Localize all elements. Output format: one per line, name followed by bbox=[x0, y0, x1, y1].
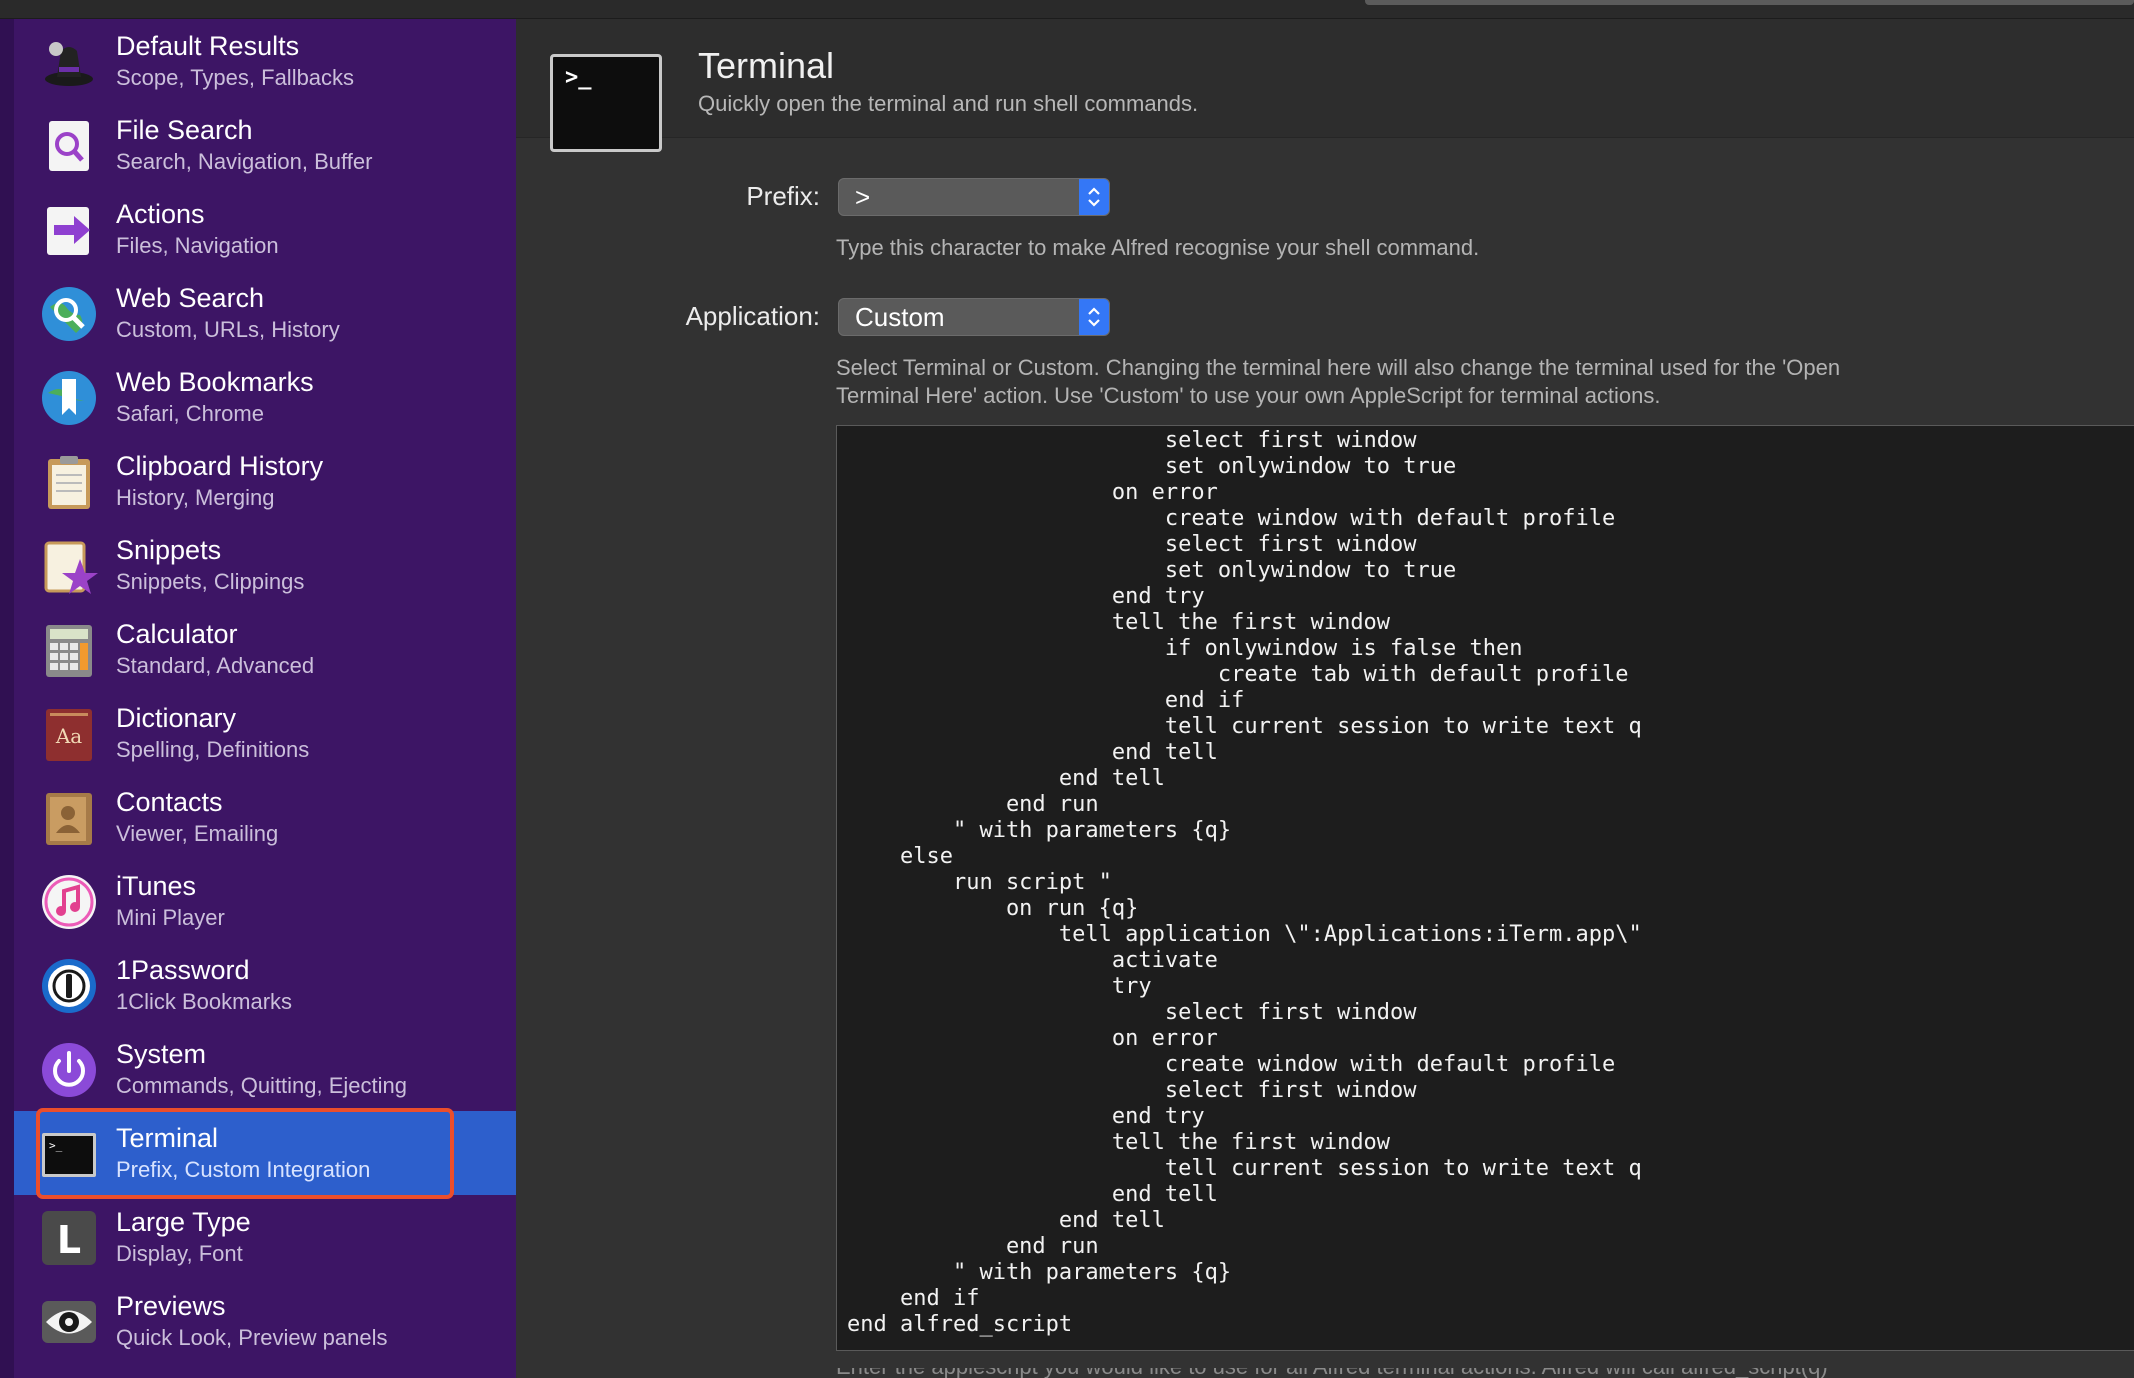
sidebar-item-title: Clipboard History bbox=[116, 451, 324, 481]
sidebar-item-subtitle: Quick Look, Preview panels bbox=[116, 1325, 388, 1350]
snippets-icon bbox=[40, 537, 98, 595]
top-scroll-indicator bbox=[1365, 0, 2134, 5]
prefix-hint: Type this character to make Alfred recog… bbox=[836, 235, 1480, 260]
system-power-icon bbox=[40, 1041, 98, 1099]
sidebar-item-title: System bbox=[116, 1039, 207, 1069]
sidebar-item-system[interactable]: System Commands, Quitting, Ejecting bbox=[14, 1027, 516, 1111]
selection-highlight-outline bbox=[36, 1108, 454, 1199]
sidebar-item-title: Calculator bbox=[116, 619, 238, 649]
terminal-large-icon: >_ bbox=[550, 54, 662, 152]
window-top-bar bbox=[0, 0, 2134, 19]
1password-icon bbox=[40, 957, 98, 1015]
sidebar-item-web-bookmarks[interactable]: Web Bookmarks Safari, Chrome bbox=[14, 355, 516, 439]
application-hint-line-2: Terminal Here' action. Use 'Custom' to u… bbox=[836, 383, 1661, 408]
sidebar-item-subtitle: Spelling, Definitions bbox=[116, 737, 310, 762]
application-label: Application: bbox=[685, 301, 820, 331]
footer-hint-cutoff: Enter the applescript you would like to … bbox=[836, 1368, 2036, 1378]
sidebar-item-subtitle: Search, Navigation, Buffer bbox=[116, 149, 373, 174]
sidebar-item-title: Large Type bbox=[116, 1207, 251, 1237]
sidebar-item-large-type[interactable]: L Large Type Display, Font bbox=[14, 1195, 516, 1279]
clipboard-icon bbox=[40, 453, 98, 511]
sidebar-item-previews[interactable]: Previews Quick Look, Preview panels bbox=[14, 1279, 516, 1363]
footer-hint-text: Enter the applescript you would like to … bbox=[836, 1368, 2036, 1378]
sidebar-item-title: Default Results bbox=[116, 31, 300, 61]
prefix-value: > bbox=[855, 182, 871, 212]
sidebar-item-title: Snippets bbox=[116, 535, 222, 565]
prefix-label: Prefix: bbox=[746, 181, 820, 211]
default-results-icon bbox=[40, 33, 98, 91]
sidebar-item-subtitle: Snippets, Clippings bbox=[116, 569, 305, 594]
previews-eye-icon bbox=[40, 1293, 98, 1351]
sidebar-item-title: Contacts bbox=[116, 787, 223, 817]
page-subtitle: Quickly open the terminal and run shell … bbox=[698, 91, 1199, 116]
sidebar-item-subtitle: Files, Navigation bbox=[116, 233, 279, 258]
sidebar-item-subtitle: Viewer, Emailing bbox=[116, 821, 279, 846]
sidebar-item-title: Previews bbox=[116, 1291, 226, 1321]
sidebar-item-subtitle: Safari, Chrome bbox=[116, 401, 264, 426]
sidebar-item-calculator[interactable]: Calculator Standard, Advanced bbox=[14, 607, 516, 691]
sidebar-item-contacts[interactable]: Contacts Viewer, Emailing bbox=[14, 775, 516, 859]
sidebar-item-title: Actions bbox=[116, 199, 205, 229]
feature-header: >_ Terminal Quickly open the terminal an… bbox=[516, 19, 2134, 152]
sidebar-item-subtitle: Custom, URLs, History bbox=[116, 317, 340, 342]
sidebar-item-title: Web Search bbox=[116, 283, 265, 313]
sidebar-item-subtitle: Standard, Advanced bbox=[116, 653, 315, 678]
sidebar-item-title: File Search bbox=[116, 115, 253, 145]
itunes-icon bbox=[40, 873, 98, 931]
sidebar-item-subtitle: Commands, Quitting, Ejecting bbox=[116, 1073, 408, 1098]
file-search-icon bbox=[40, 117, 98, 175]
chevron-up-down-icon bbox=[1079, 299, 1109, 335]
svg-text:Aa: Aa bbox=[55, 724, 82, 748]
web-bookmarks-icon bbox=[40, 369, 98, 427]
sidebar-edge bbox=[0, 19, 14, 1378]
sidebar-item-actions[interactable]: Actions Files, Navigation bbox=[14, 187, 516, 271]
dictionary-icon: Aa bbox=[40, 705, 98, 763]
terminal-prompt-glyph: >_ bbox=[565, 65, 592, 90]
page-title: Terminal bbox=[698, 45, 835, 86]
application-popup[interactable]: Custom bbox=[838, 298, 1110, 336]
sidebar-item-subtitle: Display, Font bbox=[116, 1241, 243, 1266]
sidebar-item-title: iTunes bbox=[116, 871, 197, 901]
actions-icon bbox=[40, 201, 98, 259]
sidebar-item-clipboard-history[interactable]: Clipboard History History, Merging bbox=[14, 439, 516, 523]
sidebar-item-snippets[interactable]: Snippets Snippets, Clippings bbox=[14, 523, 516, 607]
calculator-icon bbox=[40, 621, 98, 679]
sidebar-item-1password[interactable]: 1Password 1Click Bookmarks bbox=[14, 943, 516, 1027]
sidebar-item-itunes[interactable]: iTunes Mini Player bbox=[14, 859, 516, 943]
application-hint-line-1: Select Terminal or Custom. Changing the … bbox=[836, 355, 1841, 380]
sidebar-item-web-search[interactable]: Web Search Custom, URLs, History bbox=[14, 271, 516, 355]
svg-text:L: L bbox=[57, 1218, 81, 1262]
sidebar-item-title: Dictionary bbox=[116, 703, 237, 733]
sidebar-item-subtitle: Mini Player bbox=[116, 905, 225, 930]
applescript-editor[interactable]: select first window set onlywindow to tr… bbox=[836, 425, 2134, 1351]
prefix-popup[interactable]: > bbox=[838, 178, 1110, 216]
sidebar-item-title: Web Bookmarks bbox=[116, 367, 314, 397]
sidebar-item-dictionary[interactable]: Aa Dictionary Spelling, Definitions bbox=[14, 691, 516, 775]
sidebar-item-subtitle: Scope, Types, Fallbacks bbox=[116, 65, 355, 90]
sidebar-item-file-search[interactable]: File Search Search, Navigation, Buffer bbox=[14, 103, 516, 187]
sidebar-item-default-results[interactable]: Default Results Scope, Types, Fallbacks bbox=[14, 19, 516, 103]
application-value: Custom bbox=[855, 302, 945, 332]
chevron-up-down-icon bbox=[1079, 179, 1109, 215]
large-type-icon: L bbox=[40, 1209, 98, 1267]
sidebar-item-subtitle: 1Click Bookmarks bbox=[116, 989, 293, 1014]
sidebar-item-subtitle: History, Merging bbox=[116, 485, 275, 510]
contacts-icon bbox=[40, 789, 98, 847]
applescript-code: select first window set onlywindow to tr… bbox=[847, 428, 1642, 1337]
sidebar-item-title: 1Password bbox=[116, 955, 250, 985]
web-search-icon bbox=[40, 285, 98, 343]
